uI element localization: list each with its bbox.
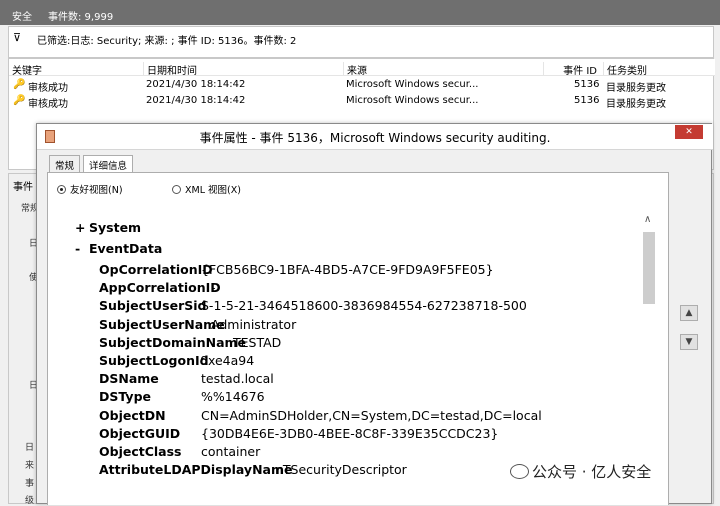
detail-label: 级: [25, 496, 35, 506]
col-date[interactable]: 日期和时间: [143, 62, 343, 77]
list-header: 关键字 日期和时间 来源 事件 ID 任务类别: [9, 59, 715, 77]
eventdata-node[interactable]: EventData: [89, 241, 162, 256]
watermark-text: 公众号 · 亿人安全: [532, 463, 652, 481]
col-keyword[interactable]: 关键字: [9, 62, 143, 77]
dialog-titlebar[interactable]: 事件属性 - 事件 5136，Microsoft Windows securit…: [37, 124, 713, 150]
row-keyword: 审核成功: [28, 83, 68, 94]
scroll-thumb[interactable]: [643, 232, 655, 304]
field-value: Administrator: [211, 316, 297, 332]
field-value: nTSecurityDescriptor: [275, 462, 407, 478]
table-row[interactable]: 🔑 审核成功 2021/4/30 18:14:42 Microsoft Wind…: [9, 77, 715, 94]
field-value: testad.local: [201, 371, 274, 387]
xml-view-label: XML 视图(X): [185, 185, 241, 196]
next-event-button[interactable]: ▼: [680, 334, 698, 350]
radio-selected-icon: [57, 185, 66, 194]
tab-details[interactable]: 详细信息: [83, 155, 134, 173]
field-key: SubjectUserSid: [99, 298, 207, 314]
detail-label: 来: [25, 461, 35, 471]
field-key: SubjectDomainName: [99, 334, 247, 350]
field-key: ObjectGUID: [99, 425, 181, 441]
row-category: 目录服务更改: [606, 99, 666, 110]
field-value: {30DB4E6E-3DB0-4BEE-8C8F-339E35CCDC23}: [201, 425, 499, 441]
key-icon: 🔑: [13, 79, 26, 90]
table-row[interactable]: 🔑 审核成功 2021/4/30 18:14:42 Microsoft Wind…: [9, 93, 715, 110]
filter-icon: ⊽: [13, 31, 22, 44]
event-data-view: + System - EventData OpCorrelationID {FCB…: [63, 204, 643, 488]
event-count: 事件数: 9,999: [48, 12, 114, 23]
eventdata-toggle[interactable]: -: [75, 241, 80, 256]
event-properties-dialog: 事件属性 - 事件 5136，Microsoft Windows securit…: [36, 123, 713, 505]
radio-unselected-icon: [172, 185, 181, 194]
row-category: 目录服务更改: [606, 83, 666, 94]
key-icon: 🔑: [13, 95, 26, 106]
wechat-icon: [510, 464, 529, 479]
row-date: 2021/4/30 18:14:42: [146, 79, 246, 90]
field-key: OpCorrelationID: [99, 262, 213, 277]
filter-text: 已筛选:日志: Security; 来源: ; 事件 ID: 5136。事件数:…: [37, 36, 297, 47]
previous-event-button[interactable]: ▲: [680, 305, 698, 321]
friendly-view-label: 友好视图(N): [70, 185, 123, 196]
field-value: {FCB56BC9-1BFA-4BD5-A7CE-9FD9A9F5FE05}: [201, 262, 494, 277]
col-event-id[interactable]: 事件 ID: [543, 62, 603, 77]
field-key: AttributeLDAPDisplayName: [99, 462, 293, 478]
scroll-up-icon[interactable]: ∧: [644, 214, 651, 225]
field-key: ObjectClass: [99, 444, 182, 459]
field-value: S-1-5-21-3464518600-3836984554-627238718…: [201, 298, 527, 314]
col-category[interactable]: 任务类别: [603, 62, 715, 77]
detail-pane-header: 事件: [13, 182, 33, 193]
xml-view-radio[interactable]: XML 视图(X): [172, 182, 241, 196]
system-node[interactable]: System: [89, 220, 141, 235]
field-key: AppCorrelationID: [99, 280, 221, 296]
field-value: 0xe4a94: [200, 353, 255, 368]
field-key: DSType: [99, 389, 151, 405]
log-title: 安全: [12, 12, 32, 23]
row-source: Microsoft Windows secur...: [346, 79, 479, 90]
window-titlebar: 安全 事件数: 9,999: [0, 0, 720, 25]
col-source[interactable]: 来源: [343, 62, 543, 77]
close-button[interactable]: ✕: [675, 125, 703, 139]
field-key: SubjectUserName: [99, 316, 225, 332]
detail-label: 日: [25, 443, 35, 453]
vertical-scrollbar[interactable]: ∧: [641, 204, 658, 488]
field-value: -: [211, 280, 216, 296]
detail-label: 事: [25, 479, 35, 489]
field-key: DSName: [99, 371, 159, 387]
dialog-title: 事件属性 - 事件 5136，Microsoft Windows securit…: [199, 131, 551, 145]
tab-general[interactable]: 常规: [49, 155, 81, 172]
field-value: %%14676: [201, 389, 265, 405]
field-value: CN=AdminSDHolder,CN=System,DC=testad,DC=…: [201, 407, 542, 423]
row-keyword: 审核成功: [28, 99, 68, 110]
friendly-view-radio[interactable]: 友好视图(N): [57, 182, 123, 196]
field-key: ObjectDN: [99, 407, 166, 423]
watermark: 公众号 · 亿人安全: [510, 461, 651, 482]
row-id: 5136: [574, 95, 600, 106]
field-value: TESTAD: [233, 334, 282, 350]
row-date: 2021/4/30 18:14:42: [146, 95, 246, 106]
row-source: Microsoft Windows secur...: [346, 95, 479, 106]
system-toggle[interactable]: +: [75, 220, 85, 235]
field-key: SubjectLogonId: [99, 353, 209, 368]
field-value: container: [201, 444, 261, 459]
filter-bar: ⊽ 已筛选:日志: Security; 来源: ; 事件 ID: 5136。事件…: [8, 26, 714, 58]
row-id: 5136: [574, 79, 600, 90]
